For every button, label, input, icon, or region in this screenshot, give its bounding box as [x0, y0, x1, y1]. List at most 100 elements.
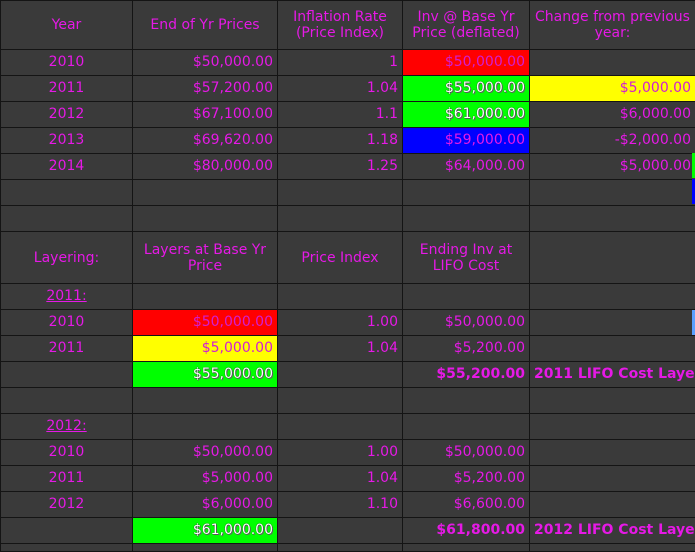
header-end-of-yr-prices[interactable]: End of Yr Prices [133, 1, 278, 50]
empty-cell[interactable] [530, 310, 695, 336]
index-cell[interactable]: 1.10 [278, 492, 403, 518]
layer-cell[interactable]: $50,000.00 [133, 440, 278, 466]
empty-cell[interactable] [133, 544, 278, 552]
header-price-index[interactable]: Price Index [278, 232, 403, 284]
index-cell[interactable]: 1.1 [278, 102, 403, 128]
empty-cell[interactable] [1, 180, 133, 206]
price-cell[interactable]: $50,000.00 [133, 50, 278, 76]
empty-cell[interactable] [530, 180, 695, 206]
inv-base-cell[interactable]: $64,000.00 [403, 154, 530, 180]
ending-inv-cell[interactable]: $50,000.00 [403, 440, 530, 466]
empty-cell[interactable] [278, 180, 403, 206]
empty-cell[interactable] [530, 284, 695, 310]
empty-cell[interactable] [278, 284, 403, 310]
empty-cell[interactable] [278, 362, 403, 388]
ending-inv-cell[interactable]: $5,200.00 [403, 466, 530, 492]
index-cell[interactable]: 1.04 [278, 466, 403, 492]
total-layer-cell[interactable]: $61,000.00 [133, 518, 278, 544]
index-cell[interactable]: 1.04 [278, 336, 403, 362]
year-cell[interactable]: 2012 [1, 102, 133, 128]
index-cell[interactable]: 1.00 [278, 440, 403, 466]
change-cell[interactable] [530, 50, 695, 76]
index-cell[interactable]: 1 [278, 50, 403, 76]
total-layer-cell[interactable]: $55,000.00 [133, 362, 278, 388]
layering-label[interactable]: Layering: [1, 232, 133, 284]
header-inflation-rate[interactable]: Inflation Rate (Price Index) [278, 1, 403, 50]
total-label-cell[interactable]: 2011 LIFO Cost Layer [530, 362, 695, 388]
empty-cell[interactable] [133, 180, 278, 206]
change-cell[interactable]: $5,000.00 [530, 154, 695, 180]
inv-base-cell[interactable]: $59,000.00 [403, 128, 530, 154]
empty-cell[interactable] [278, 414, 403, 440]
empty-cell[interactable] [403, 388, 530, 414]
empty-cell[interactable] [530, 388, 695, 414]
header-ending-inv-lifo[interactable]: Ending Inv at LIFO Cost [403, 232, 530, 284]
year-cell[interactable]: 2010 [1, 50, 133, 76]
change-cell[interactable]: $5,000.00 [530, 76, 695, 102]
empty-cell[interactable] [1, 388, 133, 414]
empty-cell[interactable] [133, 414, 278, 440]
empty-cell[interactable] [530, 414, 695, 440]
empty-cell[interactable] [133, 206, 278, 232]
year-cell[interactable]: 2014 [1, 154, 133, 180]
change-cell[interactable]: $6,000.00 [530, 102, 695, 128]
empty-cell[interactable] [530, 440, 695, 466]
header-change-prev-year[interactable]: Change from previous year: [530, 1, 695, 50]
year-cell[interactable]: 2012 [1, 492, 133, 518]
index-cell[interactable]: 1.04 [278, 76, 403, 102]
empty-cell[interactable] [530, 466, 695, 492]
inv-base-cell[interactable]: $55,000.00 [403, 76, 530, 102]
empty-cell[interactable] [1, 544, 133, 552]
empty-cell[interactable] [530, 206, 695, 232]
price-cell[interactable]: $67,100.00 [133, 102, 278, 128]
empty-cell[interactable] [530, 492, 695, 518]
index-cell[interactable]: 1.25 [278, 154, 403, 180]
header-year[interactable]: Year [1, 1, 133, 50]
empty-cell[interactable] [403, 180, 530, 206]
year-cell[interactable]: 2011 [1, 466, 133, 492]
year-cell[interactable]: 2011 [1, 336, 133, 362]
section-title-2012[interactable]: 2012: [1, 414, 133, 440]
layer-cell[interactable]: $50,000.00 [133, 310, 278, 336]
year-cell[interactable]: 2013 [1, 128, 133, 154]
empty-cell[interactable] [403, 284, 530, 310]
price-cell[interactable]: $57,200.00 [133, 76, 278, 102]
empty-cell[interactable] [278, 206, 403, 232]
empty-cell[interactable] [1, 362, 133, 388]
empty-cell[interactable] [133, 388, 278, 414]
empty-cell[interactable] [133, 284, 278, 310]
price-cell[interactable]: $80,000.00 [133, 154, 278, 180]
total-ending-cell[interactable]: $55,200.00 [403, 362, 530, 388]
index-cell[interactable]: 1.18 [278, 128, 403, 154]
empty-cell[interactable] [1, 206, 133, 232]
empty-cell[interactable] [278, 518, 403, 544]
change-cell[interactable]: -$2,000.00 [530, 128, 695, 154]
year-cell[interactable]: 2010 [1, 440, 133, 466]
price-cell[interactable]: $69,620.00 [133, 128, 278, 154]
empty-cell[interactable] [530, 336, 695, 362]
layer-cell[interactable]: $5,000.00 [133, 336, 278, 362]
empty-cell[interactable] [278, 544, 403, 552]
ending-inv-cell[interactable]: $50,000.00 [403, 310, 530, 336]
layer-cell[interactable]: $6,000.00 [133, 492, 278, 518]
empty-cell[interactable] [403, 544, 530, 552]
total-label-cell[interactable]: 2012 LIFO Cost Layer [530, 518, 695, 544]
empty-cell[interactable] [403, 206, 530, 232]
section-title-2011[interactable]: 2011: [1, 284, 133, 310]
empty-cell[interactable] [1, 518, 133, 544]
header-layers-base-yr[interactable]: Layers at Base Yr Price [133, 232, 278, 284]
year-cell[interactable]: 2010 [1, 310, 133, 336]
empty-cell[interactable] [403, 414, 530, 440]
ending-inv-cell[interactable]: $6,600.00 [403, 492, 530, 518]
total-ending-cell[interactable]: $61,800.00 [403, 518, 530, 544]
year-cell[interactable]: 2011 [1, 76, 133, 102]
empty-cell[interactable] [530, 544, 695, 552]
inv-base-cell[interactable]: $50,000.00 [403, 50, 530, 76]
inv-base-cell[interactable]: $61,000.00 [403, 102, 530, 128]
empty-cell[interactable] [530, 232, 695, 284]
empty-cell[interactable] [278, 388, 403, 414]
layer-cell[interactable]: $5,000.00 [133, 466, 278, 492]
header-inv-base-yr[interactable]: Inv @ Base Yr Price (deflated) [403, 1, 530, 50]
index-cell[interactable]: 1.00 [278, 310, 403, 336]
ending-inv-cell[interactable]: $5,200.00 [403, 336, 530, 362]
